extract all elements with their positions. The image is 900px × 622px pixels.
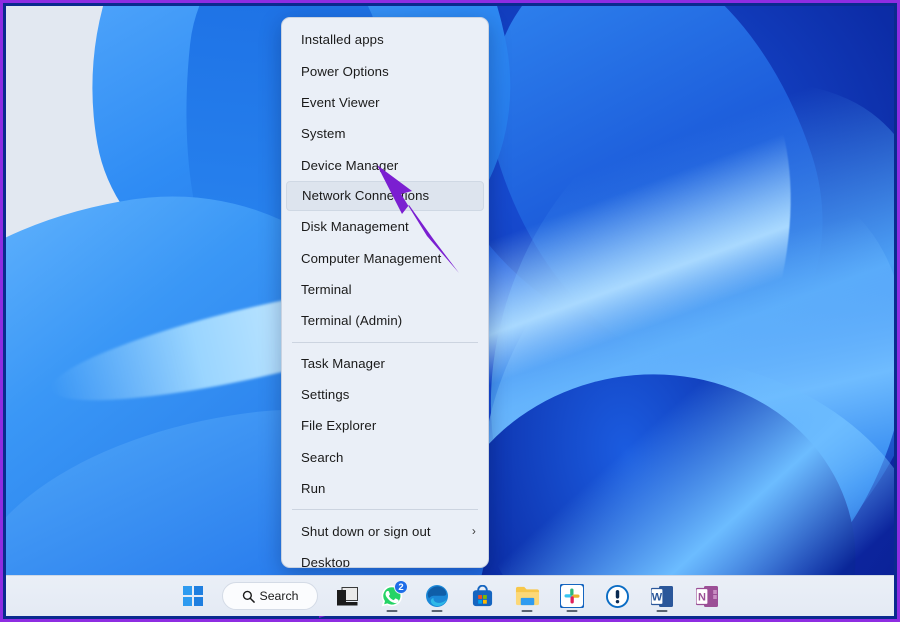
menu-item-label: Run	[301, 481, 326, 497]
menu-item-disk-management[interactable]: Disk Management	[282, 211, 488, 242]
running-indicator	[386, 609, 398, 612]
menu-item-computer-management[interactable]: Computer Management	[282, 242, 488, 273]
onepassword-button[interactable]	[599, 579, 635, 613]
slack-button[interactable]	[554, 579, 590, 613]
folder-icon	[515, 586, 539, 606]
taskbar[interactable]: Search 2 W N	[6, 575, 894, 616]
menu-item-label: Task Manager	[301, 355, 386, 371]
onenote-button[interactable]: N	[689, 579, 725, 613]
menu-item-label: Settings	[301, 387, 350, 403]
slack-icon	[560, 584, 584, 608]
menu-item-file-explorer[interactable]: File Explorer	[282, 410, 488, 441]
running-indicator	[656, 609, 668, 612]
word-button[interactable]: W	[644, 579, 680, 613]
search-label: Search	[259, 589, 299, 603]
menu-item-label: Computer Management	[301, 250, 442, 266]
screenshot-frame: Installed apps Power Options Event Viewer S…	[0, 0, 900, 622]
running-indicator	[521, 609, 533, 612]
menu-item-power-options[interactable]: Power Options	[282, 55, 488, 86]
menu-item-label: Desktop	[301, 555, 351, 568]
task-view-icon	[336, 586, 358, 605]
menu-item-device-manager[interactable]: Device Manager	[282, 150, 488, 181]
menu-separator	[292, 341, 478, 343]
menu-item-terminal-admin[interactable]: Terminal (Admin)	[282, 305, 488, 336]
file-explorer-button[interactable]	[509, 579, 545, 613]
menu-item-label: Terminal	[301, 281, 352, 297]
winx-power-user-menu[interactable]: Installed apps Power Options Event Viewer S…	[281, 17, 489, 568]
onenote-icon: N	[696, 585, 718, 607]
menu-item-network-connections[interactable]: Network Connections	[286, 180, 484, 211]
menu-item-label: Device Manager	[301, 157, 399, 173]
menu-item-label: Disk Management	[301, 219, 409, 235]
whatsapp-button[interactable]: 2	[374, 579, 410, 613]
menu-item-label: Installed apps	[301, 32, 384, 48]
onepassword-icon	[605, 584, 629, 608]
menu-item-run[interactable]: Run	[282, 473, 488, 504]
chevron-right-icon: ›	[471, 524, 476, 539]
menu-item-event-viewer[interactable]: Event Viewer	[282, 87, 488, 118]
menu-item-label: Event Viewer	[301, 94, 380, 110]
menu-item-label: Shut down or sign out	[301, 523, 431, 539]
word-icon: W	[651, 585, 673, 607]
search-box[interactable]: Search	[222, 582, 318, 610]
menu-item-system[interactable]: System	[282, 118, 488, 149]
menu-item-desktop[interactable]: Desktop	[282, 547, 488, 568]
menu-item-label: File Explorer	[301, 418, 377, 434]
menu-item-search[interactable]: Search	[282, 442, 488, 473]
whatsapp-unread-badge: 2	[394, 580, 408, 594]
menu-item-label: Terminal (Admin)	[301, 313, 403, 329]
menu-item-settings[interactable]: Settings	[282, 379, 488, 410]
edge-button[interactable]	[419, 579, 455, 613]
store-icon	[472, 584, 492, 606]
search-icon	[242, 590, 255, 603]
menu-item-label: Search	[301, 449, 344, 465]
edge-icon	[426, 585, 448, 607]
svg-text:W: W	[652, 591, 663, 603]
task-view-button[interactable]	[329, 579, 365, 613]
running-indicator	[566, 609, 578, 612]
windows-logo-icon	[183, 586, 203, 606]
store-button[interactable]	[464, 579, 500, 613]
menu-item-task-manager[interactable]: Task Manager	[282, 348, 488, 379]
menu-separator	[292, 509, 478, 511]
running-indicator	[431, 609, 443, 612]
menu-item-label: Network Connections	[302, 188, 430, 204]
start-button[interactable]	[175, 579, 211, 613]
menu-item-shut-down-or-sign-out[interactable]: Shut down or sign out ›	[282, 515, 488, 546]
menu-item-installed-apps[interactable]: Installed apps	[282, 24, 488, 55]
menu-item-label: Power Options	[301, 63, 389, 79]
menu-item-label: System	[301, 126, 346, 142]
menu-item-terminal[interactable]: Terminal	[282, 274, 488, 305]
svg-text:N: N	[698, 591, 706, 603]
